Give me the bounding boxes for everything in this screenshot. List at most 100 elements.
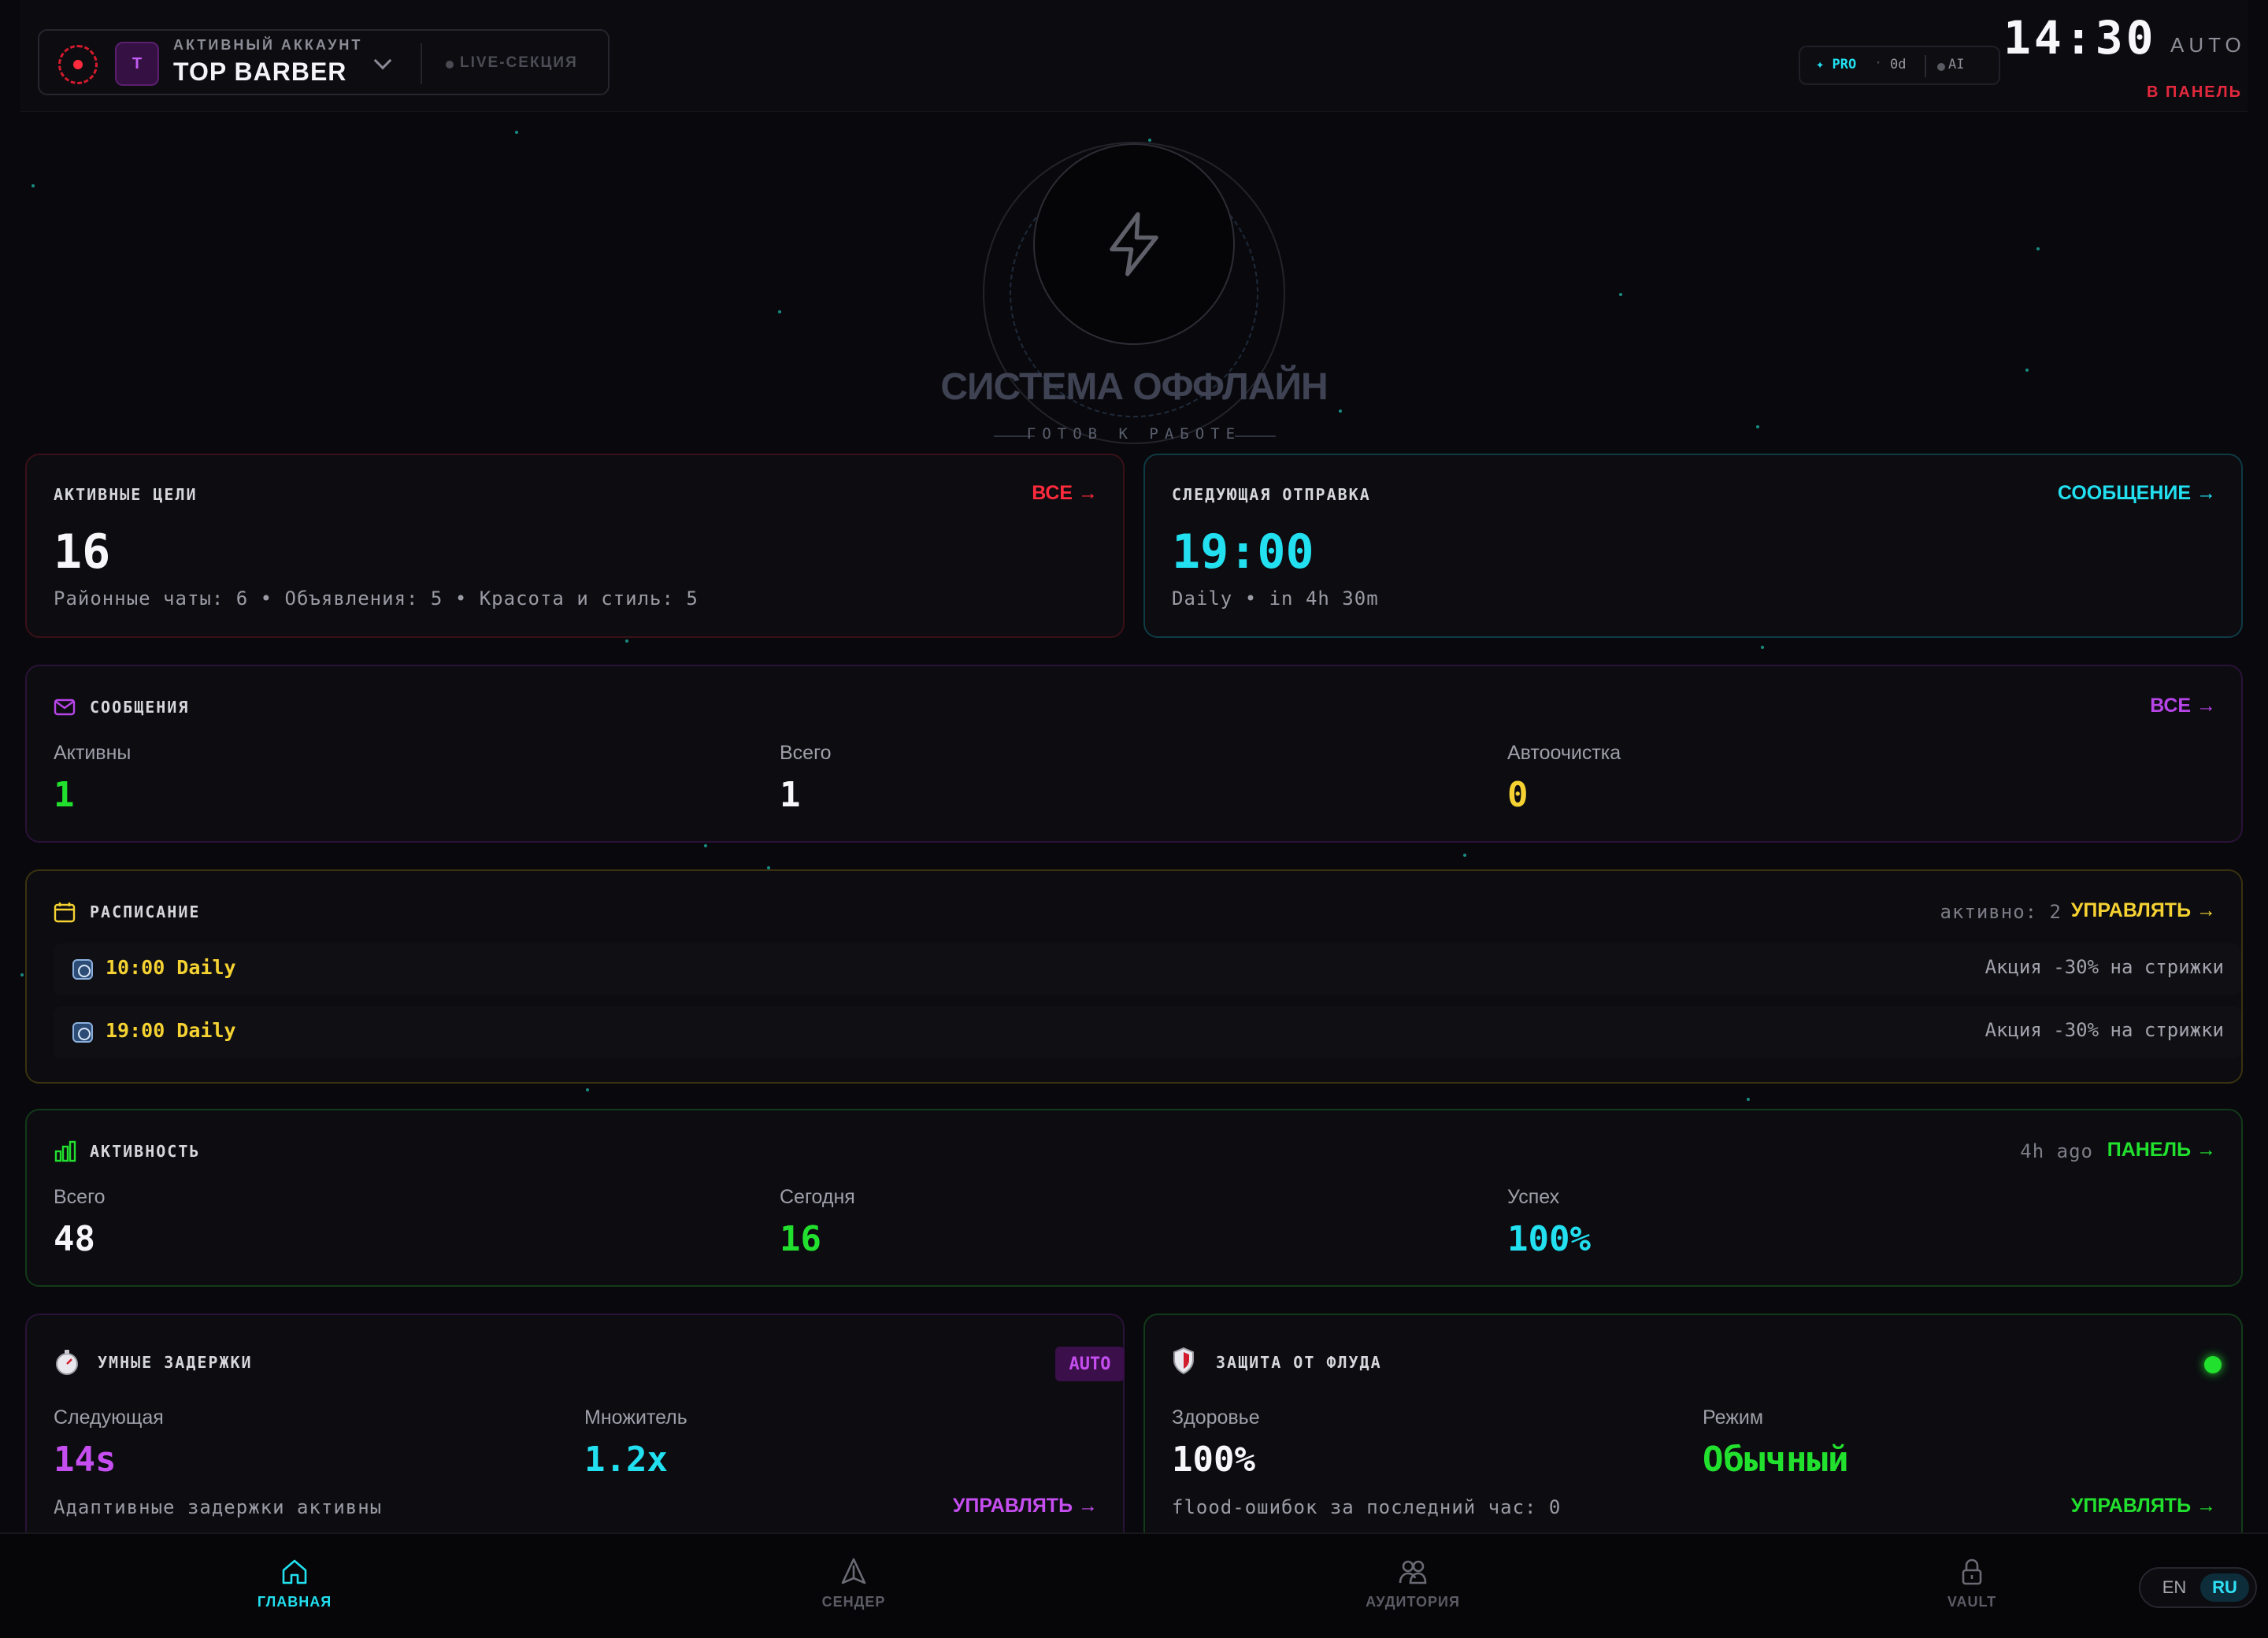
- avatar: T: [115, 42, 159, 86]
- stat-value: 48: [54, 1219, 95, 1259]
- top-bar: T АКТИВНЫЙ АККАУНТ TOP BARBER LIVE-СЕКЦИ…: [20, 0, 2248, 112]
- repeat-icon: [72, 959, 93, 980]
- next-send-meta: Daily • in 4h 30m: [1172, 587, 1379, 610]
- flood-manage-link[interactable]: УПРАВЛЯТЬ →: [2071, 1495, 2216, 1518]
- stat-label: Следующая: [54, 1406, 164, 1429]
- schedule-row[interactable]: 19:00 Daily Акция -30% на стрижки: [54, 1006, 2241, 1058]
- record-icon: [58, 45, 98, 84]
- account-switcher[interactable]: T АКТИВНЫЙ АККАУНТ TOP BARBER LIVE-СЕКЦИ…: [38, 29, 610, 95]
- stat-label: Успех: [1507, 1186, 1560, 1208]
- home-icon: [282, 1559, 307, 1584]
- mail-icon: [54, 699, 76, 716]
- activity-last-update: 4h ago: [2020, 1140, 2093, 1162]
- targets-all-link[interactable]: ВСЕ →: [1032, 482, 1098, 505]
- badge-separator: ·: [1874, 55, 1883, 71]
- schedule-time: 19:00 Daily: [106, 1019, 236, 1042]
- stat-label: Всего: [780, 742, 832, 764]
- repeat-icon: [72, 1022, 93, 1043]
- days-badge: 0d: [1890, 57, 1907, 72]
- card-title: АКТИВНЫЕ ЦЕЛИ: [54, 485, 198, 504]
- language-switcher: EN RU: [2139, 1567, 2257, 1608]
- stat-value: 16: [780, 1219, 821, 1259]
- next-send-message-link[interactable]: СООБЩЕНИЕ →: [2058, 482, 2216, 505]
- account-caption: АКТИВНЫЙ АККАУНТ: [173, 37, 363, 53]
- live-section-button[interactable]: LIVE-СЕКЦИЯ: [460, 54, 578, 72]
- nav-item-label: СЕНДЕР: [821, 1594, 886, 1610]
- stat-label: Режим: [1703, 1406, 1764, 1429]
- stat-value: 100%: [1507, 1219, 1591, 1259]
- system-status-subtitle: ГОТОВ К РАБОТЕ: [1026, 425, 1242, 443]
- stat-value: 1: [54, 775, 75, 815]
- card-title: АКТИВНОСТЬ: [90, 1142, 201, 1161]
- stopwatch-icon: [56, 1350, 78, 1375]
- auto-mode-label: AUTO: [2170, 33, 2246, 57]
- card-title: УМНЫЕ ЗАДЕРЖКИ: [98, 1353, 253, 1372]
- stat-value: 14s: [54, 1440, 117, 1480]
- stat-label: Автоочистка: [1507, 742, 1621, 764]
- nav-item-label: АУДИТОРИЯ: [1366, 1594, 1460, 1610]
- activity-card: АКТИВНОСТЬ 4h ago ПАНЕЛЬ → Всего 48 Сего…: [25, 1109, 2243, 1287]
- users-icon: [1399, 1560, 1427, 1584]
- flood-protection-card: ЗАЩИТА ОТ ФЛУДА Здоровье 100% Режим Обыч…: [1143, 1314, 2243, 1550]
- schedule-row[interactable]: 10:00 Daily Акция -30% на стрижки: [54, 943, 2241, 995]
- stat-label: Всего: [54, 1186, 106, 1208]
- bottom-nav: ГЛАВНАЯ СЕНДЕР АУДИТОРИЯ VAULT EN RU: [0, 1532, 2268, 1638]
- nav-item-audience[interactable]: АУДИТОРИЯ: [1334, 1556, 1492, 1627]
- divider: [1925, 55, 1926, 77]
- chevron-down-icon[interactable]: [373, 51, 392, 70]
- stat-value: 1.2x: [584, 1440, 668, 1480]
- nav-item-home[interactable]: ГЛАВНАЯ: [216, 1556, 373, 1627]
- targets-breakdown: Районные чаты: 6 • Объявления: 5 • Красо…: [54, 587, 699, 610]
- divider: [421, 43, 422, 84]
- divider: [1235, 435, 1276, 437]
- account-name: TOP BARBER: [173, 57, 347, 86]
- stat-value: Обычный: [1703, 1440, 1849, 1480]
- delays-status: Адаптивные задержки активны: [54, 1496, 383, 1518]
- ai-badge: AI: [1948, 57, 1965, 72]
- system-status-title: СИСТЕМА ОФФЛАЙН: [940, 366, 1328, 408]
- card-title: РАСПИСАНИЕ: [90, 902, 201, 921]
- stat-value: 1: [780, 775, 801, 815]
- auto-badge: AUTO: [1055, 1347, 1125, 1381]
- flood-status-dot: [2204, 1356, 2222, 1373]
- stat-value: 100%: [1172, 1440, 1255, 1480]
- schedule-card: РАСПИСАНИЕ активно: 2 УПРАВЛЯТЬ → 10:00 …: [25, 869, 2243, 1084]
- flood-errors-count: flood-ошибок за последний час: 0: [1172, 1496, 1562, 1518]
- stat-label: Активны: [54, 742, 132, 764]
- power-button[interactable]: [1033, 143, 1235, 345]
- active-targets-card: АКТИВНЫЕ ЦЕЛИ ВСЕ → 16 Районные чаты: 6 …: [25, 454, 1125, 638]
- shield-icon: [1173, 1347, 1194, 1375]
- next-send-card: СЛЕДУЮЩАЯ ОТПРАВКА СООБЩЕНИЕ → 19:00 Dai…: [1143, 454, 2243, 638]
- stat-label: Множитель: [584, 1406, 687, 1429]
- schedule-manage-link[interactable]: УПРАВЛЯТЬ →: [2071, 899, 2216, 922]
- live-status-dot: [446, 61, 454, 69]
- messages-all-link[interactable]: ВСЕ →: [2150, 695, 2216, 717]
- to-panel-link[interactable]: В ПАНЕЛЬ: [2147, 83, 2242, 102]
- nav-item-label: ГЛАВНАЯ: [257, 1594, 332, 1610]
- pro-badge: ✦ PRO: [1816, 57, 1857, 72]
- schedule-message: Акция -30% на стрижки: [1984, 956, 2224, 978]
- next-send-time: 19:00: [1172, 524, 1314, 580]
- schedule-time: 10:00 Daily: [106, 956, 236, 979]
- stat-label: Сегодня: [780, 1186, 855, 1208]
- send-icon: [841, 1558, 866, 1584]
- targets-count: 16: [54, 524, 111, 580]
- schedule-message: Акция -30% на стрижки: [1984, 1019, 2224, 1041]
- clock: 14:30: [2003, 11, 2157, 65]
- delays-manage-link[interactable]: УПРАВЛЯТЬ →: [953, 1495, 1098, 1518]
- lock-icon: [1962, 1558, 1982, 1585]
- card-title: ЗАЩИТА ОТ ФЛУДА: [1216, 1353, 1382, 1372]
- bar-chart-icon: [54, 1140, 76, 1162]
- card-title: СЛЕДУЮЩАЯ ОТПРАВКА: [1172, 485, 1371, 504]
- ai-status-dot: [1937, 63, 1945, 71]
- nav-item-sender[interactable]: СЕНДЕР: [775, 1556, 932, 1627]
- stat-label: Здоровье: [1172, 1406, 1260, 1429]
- activity-panel-link[interactable]: ПАНЕЛЬ →: [2107, 1139, 2216, 1162]
- lang-en-button[interactable]: EN: [2151, 1573, 2197, 1602]
- lang-ru-button[interactable]: RU: [2200, 1573, 2249, 1602]
- lightning-icon: [1110, 212, 1158, 276]
- nav-item-vault[interactable]: VAULT: [1893, 1556, 2051, 1627]
- stat-value: 0: [1507, 775, 1529, 815]
- schedule-active-count: активно: 2: [1940, 901, 2062, 923]
- smart-delays-card: УМНЫЕ ЗАДЕРЖКИ AUTO Следующая 14s Множит…: [25, 1314, 1125, 1550]
